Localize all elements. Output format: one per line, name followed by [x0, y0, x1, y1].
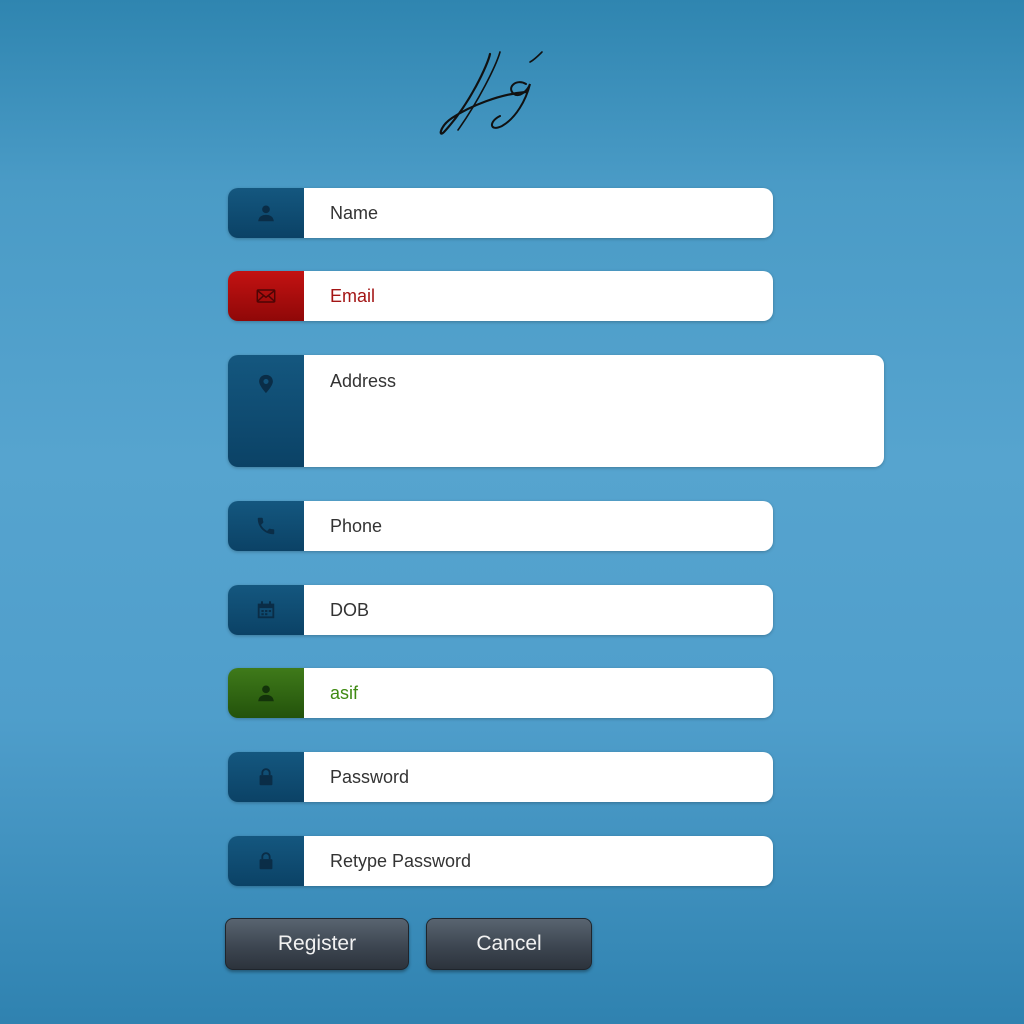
email-placeholder: Email	[330, 285, 376, 306]
name-icon-box	[228, 188, 304, 238]
lock-icon	[259, 768, 273, 786]
register-button[interactable]: Register	[225, 918, 409, 970]
dob-placeholder: DOB	[330, 599, 370, 620]
password-icon-box	[228, 752, 304, 802]
password-input[interactable]: Password	[304, 752, 773, 802]
name-placeholder: Name	[330, 202, 379, 223]
phone-placeholder: Phone	[330, 515, 383, 536]
username-value: asif	[330, 682, 359, 703]
phone-input[interactable]: Phone	[304, 501, 773, 551]
address-textarea[interactable]: Address	[304, 355, 884, 467]
username-field[interactable]: asif	[228, 668, 773, 718]
email-icon-box	[228, 271, 304, 321]
user-icon	[258, 205, 274, 222]
name-field[interactable]: Name	[228, 188, 773, 238]
phone-icon	[257, 517, 275, 535]
retype-password-icon-box	[228, 836, 304, 886]
calendar-icon	[257, 601, 275, 619]
phone-icon-box	[228, 501, 304, 551]
retype-password-field[interactable]: Retype Password	[228, 836, 773, 886]
map-marker-icon	[259, 374, 273, 394]
username-icon-box	[228, 668, 304, 718]
address-icon-box	[228, 355, 304, 467]
logo	[430, 44, 550, 140]
address-placeholder: Address	[330, 371, 397, 391]
dob-icon-box	[228, 585, 304, 635]
dob-field[interactable]: DOB	[228, 585, 773, 635]
retype-password-input[interactable]: Retype Password	[304, 836, 773, 886]
envelope-icon	[256, 289, 276, 303]
email-field[interactable]: Email	[228, 271, 773, 321]
name-input[interactable]: Name	[304, 188, 773, 238]
email-input[interactable]: Email	[304, 271, 773, 321]
cancel-button[interactable]: Cancel	[426, 918, 592, 970]
dob-input[interactable]: DOB	[304, 585, 773, 635]
phone-field[interactable]: Phone	[228, 501, 773, 551]
password-placeholder: Password	[330, 766, 410, 787]
user-icon	[258, 685, 274, 702]
retype-password-placeholder: Retype Password	[330, 850, 472, 871]
address-field[interactable]: Address	[228, 355, 884, 467]
lock-icon	[259, 852, 273, 870]
password-field[interactable]: Password	[228, 752, 773, 802]
username-input[interactable]: asif	[304, 668, 773, 718]
